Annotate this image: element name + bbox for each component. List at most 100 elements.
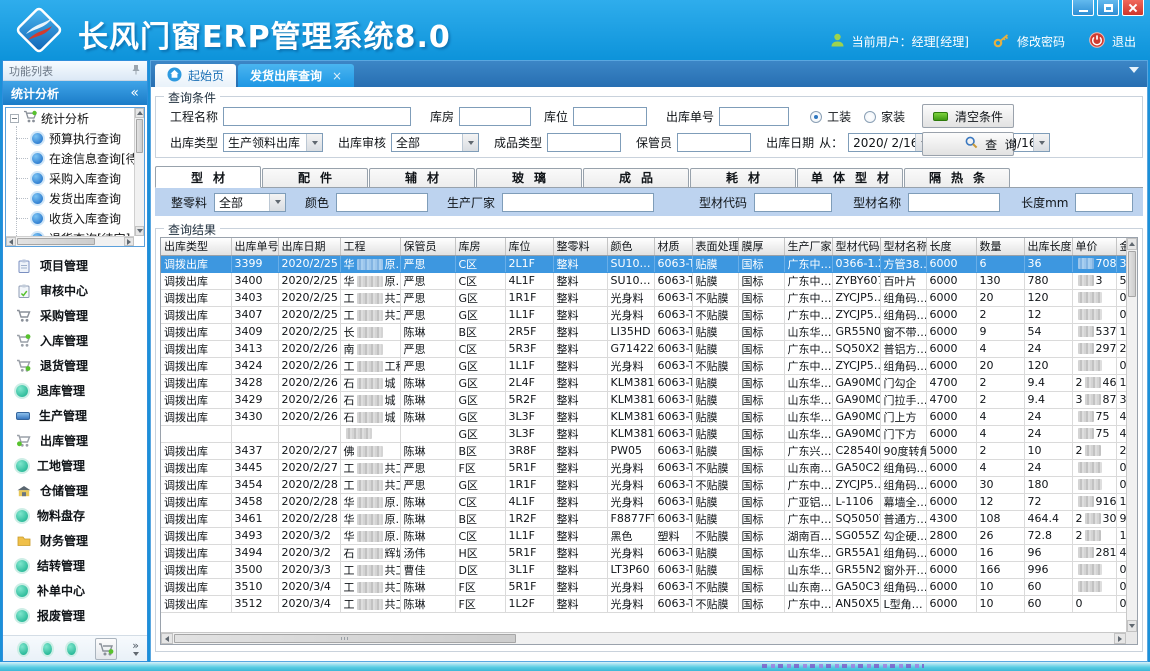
cell-whole-piece[interactable]: 整料 — [553, 561, 607, 578]
tree-horizontal-scrollbar[interactable] — [6, 236, 134, 246]
cell-profile-name[interactable]: 门下方 — [880, 425, 926, 442]
cell-manufacturer[interactable]: 湖南百… — [784, 527, 832, 544]
cell-out-length[interactable]: 24 — [1024, 340, 1072, 357]
cell-material[interactable]: 6063-T5 — [654, 510, 692, 527]
cell-color[interactable]: LI35HD — [607, 323, 654, 340]
cell-order-no[interactable]: 3493 — [231, 527, 278, 544]
material-tab[interactable]: 辅材 — [369, 168, 475, 187]
material-tab[interactable]: 耗材 — [690, 168, 796, 187]
table-row[interactable]: 调拨出库34132020/2/26南严思C区5R3F整料G714226063-T… — [161, 340, 1126, 357]
table-row[interactable]: 调拨出库34292020/2/26石城陈琳G区5R2F整料KLM38176063… — [161, 391, 1126, 408]
cell-profile-name[interactable]: 百叶片 — [880, 272, 926, 289]
cell-profile-code[interactable]: SG055Z — [832, 527, 880, 544]
cell-amount[interactable]: 0 — [1116, 459, 1126, 476]
cell-project[interactable]: 工共工程 — [340, 289, 400, 306]
cell-unit-price[interactable]: 2 — [1072, 527, 1116, 544]
cell-amount[interactable]: 998 — [1116, 510, 1126, 527]
cell-out-length[interactable]: 120 — [1024, 357, 1072, 374]
manufacturer-input[interactable] — [502, 193, 654, 212]
cell-outbound-type[interactable]: 调拨出库 — [161, 578, 231, 595]
cell-amount[interactable]: 216 — [1116, 442, 1126, 459]
cell-order-no[interactable]: 3437 — [231, 442, 278, 459]
cell-profile-code[interactable]: C28540B — [832, 442, 880, 459]
cell-whole-piece[interactable]: 整料 — [553, 527, 607, 544]
cell-material[interactable]: 6063-T5 — [654, 391, 692, 408]
cell-out-date[interactable]: 2020/2/27 — [278, 459, 340, 476]
table-row[interactable]: 调拨出库34542020/2/28工共工程严思G区1R1F整料光身料6063-T… — [161, 476, 1126, 493]
material-tab[interactable]: 单体型材 — [797, 168, 903, 187]
column-header[interactable]: 膜厚 — [738, 238, 784, 255]
sidebar-module[interactable]: 审核中心 — [3, 278, 147, 303]
cell-keeper[interactable]: 严思 — [400, 340, 455, 357]
cell-warehouse[interactable]: G区 — [455, 306, 505, 323]
column-header[interactable]: 保管员 — [400, 238, 455, 255]
cell-out-length[interactable]: 72.8 — [1024, 527, 1072, 544]
cell-material[interactable]: 6063-T5 — [654, 306, 692, 323]
cell-profile-code[interactable]: 0366-1.2 — [832, 255, 880, 272]
order-no-input[interactable] — [719, 107, 789, 126]
sidebar-module[interactable]: 退库管理 — [3, 378, 147, 403]
cell-amount[interactable]: 423 — [1116, 425, 1126, 442]
cell-manufacturer[interactable]: 广东中… — [784, 357, 832, 374]
cell-manufacturer[interactable]: 山东华… — [784, 561, 832, 578]
cell-project[interactable]: 长 — [340, 323, 400, 340]
tree-vertical-scrollbar[interactable] — [134, 108, 144, 236]
cell-film-thickness[interactable]: 国标 — [738, 493, 784, 510]
table-row[interactable]: 调拨出库34452020/2/27工共工程严思F区5R1F整料光身料6063-T… — [161, 459, 1126, 476]
tree-expander-icon[interactable] — [10, 114, 19, 123]
cell-manufacturer[interactable]: 广东中… — [784, 272, 832, 289]
cell-amount[interactable]: 535 — [1116, 272, 1126, 289]
cell-quantity[interactable]: 26 — [976, 527, 1024, 544]
cell-length[interactable]: 6000 — [926, 408, 976, 425]
cell-outbound-type[interactable]: 调拨出库 — [161, 595, 231, 612]
cell-material[interactable]: 6063-T5 — [654, 323, 692, 340]
logout-link[interactable]: 退出 — [1112, 33, 1136, 50]
cell-material[interactable]: 6063-T5 — [654, 255, 692, 272]
column-header[interactable]: 库位 — [505, 238, 553, 255]
cell-amount[interactable]: 0 — [1116, 561, 1126, 578]
cell-profile-name[interactable]: 组角码… — [880, 306, 926, 323]
cell-profile-name[interactable]: 90度转角 — [880, 442, 926, 459]
cell-out-date[interactable]: 2020/2/25 — [278, 255, 340, 272]
cell-keeper[interactable]: 陈琳 — [400, 527, 455, 544]
cell-out-date[interactable]: 2020/2/28 — [278, 493, 340, 510]
cell-location[interactable]: 2L4F — [505, 374, 553, 391]
keeper-input[interactable] — [677, 133, 751, 152]
project-name-input[interactable] — [223, 107, 411, 126]
cell-surface[interactable]: 贴膜 — [692, 493, 738, 510]
cell-keeper[interactable]: 曹佳 — [400, 561, 455, 578]
cell-location[interactable]: 1R2F — [505, 510, 553, 527]
cell-out-length[interactable]: 54 — [1024, 323, 1072, 340]
close-button[interactable] — [1122, 0, 1144, 16]
maximize-button[interactable] — [1097, 0, 1119, 16]
cell-warehouse[interactable]: C区 — [455, 272, 505, 289]
cell-project[interactable]: 华原… — [340, 255, 400, 272]
cell-manufacturer[interactable]: 山东华… — [784, 391, 832, 408]
cell-location[interactable]: 4L1F — [505, 272, 553, 289]
cell-length[interactable]: 6000 — [926, 578, 976, 595]
table-row[interactable]: G区3L3F整料KLM38176063-T5贴膜国标山东华…GA90M09…门下… — [161, 425, 1126, 442]
sidebar-section-header[interactable]: 统计分析 « — [3, 81, 147, 105]
cell-outbound-type[interactable]: 调拨出库 — [161, 391, 231, 408]
cell-out-date[interactable] — [278, 425, 340, 442]
cell-unit-price[interactable]: 75 — [1072, 408, 1116, 425]
cell-film-thickness[interactable]: 国标 — [738, 527, 784, 544]
cell-length[interactable]: 4300 — [926, 510, 976, 527]
cell-profile-code[interactable]: GA50C27 — [832, 459, 880, 476]
cell-out-date[interactable]: 2020/3/3 — [278, 561, 340, 578]
cell-order-no[interactable]: 3445 — [231, 459, 278, 476]
cell-whole-piece[interactable]: 整料 — [553, 442, 607, 459]
sidebar-module[interactable]: 物料盘存 — [3, 503, 147, 528]
cell-manufacturer[interactable]: 广东中… — [784, 306, 832, 323]
cell-location[interactable]: 5R2F — [505, 391, 553, 408]
cell-surface[interactable]: 贴膜 — [692, 561, 738, 578]
table-row[interactable]: 调拨出库34282020/2/26石城陈琳G区2L4F整料KLM38176063… — [161, 374, 1126, 391]
cell-unit-price[interactable]: 2468 — [1072, 374, 1116, 391]
sidebar-module[interactable]: 退货管理 — [3, 353, 147, 378]
cell-length[interactable]: 6000 — [926, 544, 976, 561]
cell-order-no[interactable]: 3500 — [231, 561, 278, 578]
cell-profile-code[interactable]: GA90M07… — [832, 391, 880, 408]
cell-material[interactable]: 6063-T5 — [654, 476, 692, 493]
cell-whole-piece[interactable]: 整料 — [553, 391, 607, 408]
cell-unit-price[interactable]: 3872 — [1072, 391, 1116, 408]
